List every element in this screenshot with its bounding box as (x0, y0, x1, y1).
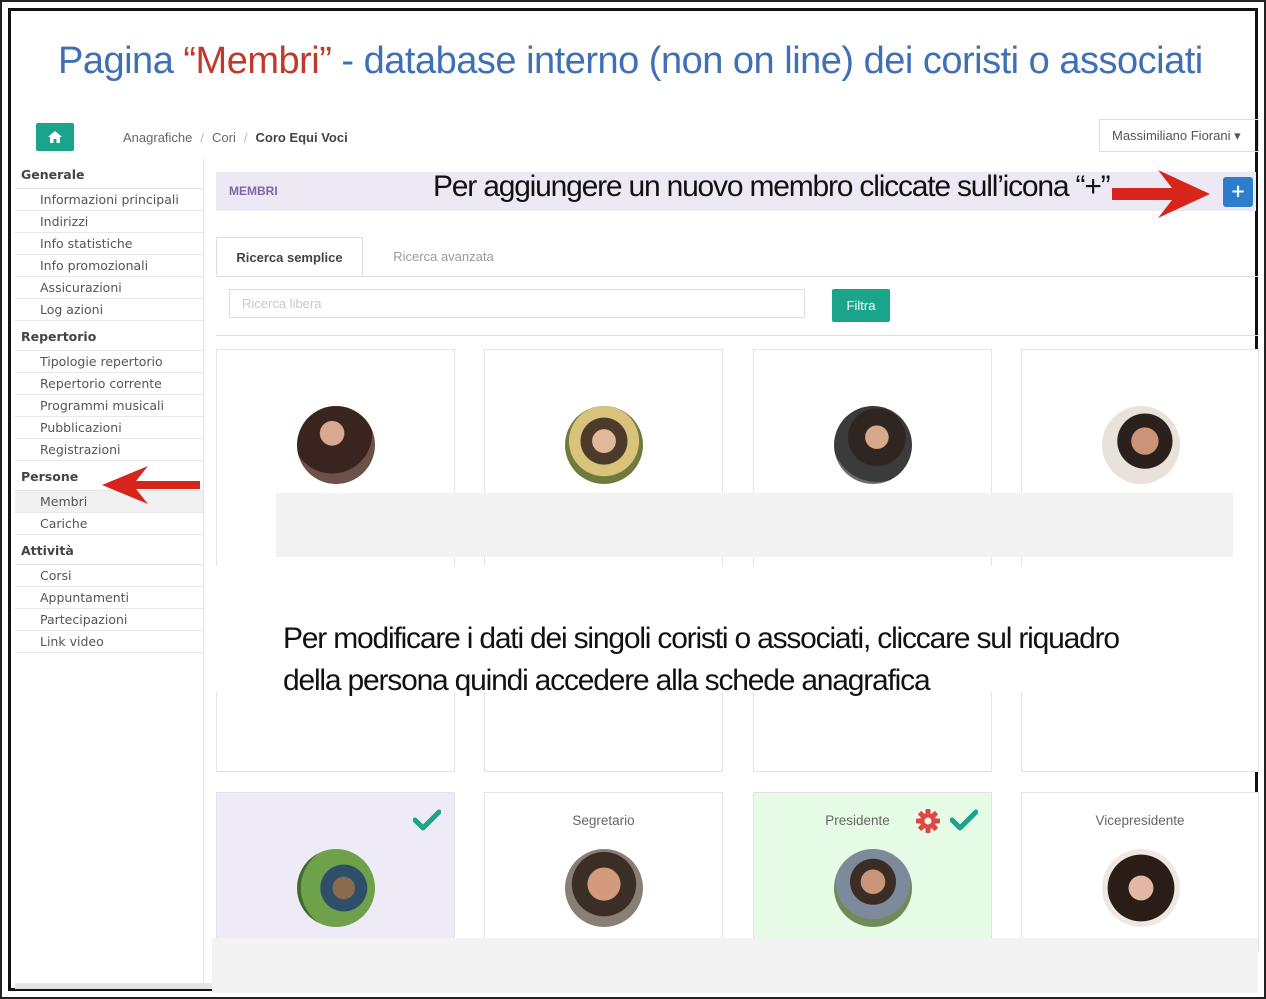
member-card[interactable] (216, 349, 455, 772)
sidebar-item-link-video[interactable]: Link video (15, 631, 203, 653)
arrow-left-icon (102, 466, 200, 504)
sidebar-item-tipologie-repertorio[interactable]: Tipologie repertorio (15, 351, 203, 373)
sidebar-item-assicurazioni[interactable]: Assicurazioni (15, 277, 203, 299)
title-highlight: “Membri” (183, 40, 332, 82)
annotation-edit-line2: della persona quindi accedere alla sched… (283, 664, 931, 697)
filter-button[interactable]: Filtra (832, 289, 890, 322)
sidebar-item-indirizzi[interactable]: Indirizzi (15, 211, 203, 233)
member-role: Segretario (572, 813, 635, 828)
search-tabs: Ricerca semplice Ricerca avanzata (216, 237, 1258, 277)
gear-icon[interactable] (915, 808, 941, 834)
breadcrumb-anagrafiche[interactable]: Anagrafiche (123, 130, 192, 145)
arrow-right-icon (1112, 170, 1210, 218)
section-label: MEMBRI (229, 184, 278, 198)
sidebar-item-informazioni-principali[interactable]: Informazioni principali (15, 189, 203, 211)
member-avatar (834, 849, 912, 927)
annotation-add-member: Per aggiungere un nuovo membro cliccate … (433, 170, 1111, 203)
title-pre: Pagina (58, 40, 184, 82)
tab-ricerca-avanzata[interactable]: Ricerca avanzata (376, 237, 511, 276)
breadcrumb-current: Coro Equi Voci (255, 130, 348, 145)
check-icon (950, 809, 978, 831)
bottom-strip (212, 938, 1258, 993)
sidebar-item-log-azioni[interactable]: Log azioni (15, 299, 203, 321)
title-post: - database interno (non on line) dei cor… (331, 40, 1203, 82)
member-avatar (834, 406, 912, 484)
sidebar-item-partecipazioni[interactable]: Partecipazioni (15, 609, 203, 631)
member-avatar (1102, 849, 1180, 927)
sidebar-group-attivita: Attività (15, 535, 203, 565)
breadcrumb-separator: / (243, 130, 248, 145)
member-card[interactable] (753, 349, 992, 772)
member-role: Vicepresidente (1095, 813, 1185, 828)
user-menu-dropdown[interactable]: Massimiliano Fiorani ▾ (1099, 119, 1259, 152)
breadcrumb-cori[interactable]: Cori (212, 130, 236, 145)
sidebar-group-repertorio: Repertorio (15, 321, 203, 351)
member-avatar (565, 849, 643, 927)
sidebar-item-cariche[interactable]: Cariche (15, 513, 203, 535)
tab-ricerca-semplice[interactable]: Ricerca semplice (216, 237, 363, 276)
sidebar: Generale Informazioni principali Indiriz… (15, 159, 213, 989)
member-avatar (297, 849, 375, 927)
member-avatar (565, 406, 643, 484)
member-card[interactable]: Presidente (753, 792, 992, 952)
breadcrumb: Anagrafiche / Cori / Coro Equi Voci (123, 130, 348, 145)
search-input[interactable] (229, 289, 805, 318)
member-card[interactable]: Segretario (484, 792, 723, 952)
sidebar-item-corsi[interactable]: Corsi (15, 565, 203, 587)
sidebar-item-repertorio-corrente[interactable]: Repertorio corrente (15, 373, 203, 395)
member-card[interactable] (1021, 349, 1259, 772)
overlay-strip (276, 493, 1233, 557)
home-button[interactable] (36, 123, 74, 151)
home-icon (48, 131, 62, 143)
member-avatar (1102, 406, 1180, 484)
sidebar-item-info-promozionali[interactable]: Info promozionali (15, 255, 203, 277)
member-card[interactable] (484, 349, 723, 772)
member-card[interactable] (216, 792, 455, 952)
sidebar-item-pubblicazioni[interactable]: Pubblicazioni (15, 417, 203, 439)
breadcrumb-separator: / (200, 130, 205, 145)
sidebar-scrollbar[interactable] (15, 983, 213, 989)
sidebar-item-appuntamenti[interactable]: Appuntamenti (15, 587, 203, 609)
sidebar-item-info-statistiche[interactable]: Info statistiche (15, 233, 203, 255)
add-member-button[interactable]: + (1223, 177, 1253, 207)
annotation-edit-line1: Per modificare i dati dei singoli corist… (283, 622, 1120, 655)
sidebar-group-generale: Generale (15, 159, 203, 189)
check-icon (413, 809, 441, 831)
slide-title: Pagina “Membri” - database interno (non … (58, 40, 1203, 83)
member-avatar (297, 406, 375, 484)
sidebar-item-programmi-musicali[interactable]: Programmi musicali (15, 395, 203, 417)
divider (216, 335, 1258, 336)
member-card[interactable]: Vicepresidente (1021, 792, 1259, 952)
sidebar-item-registrazioni[interactable]: Registrazioni (15, 439, 203, 461)
